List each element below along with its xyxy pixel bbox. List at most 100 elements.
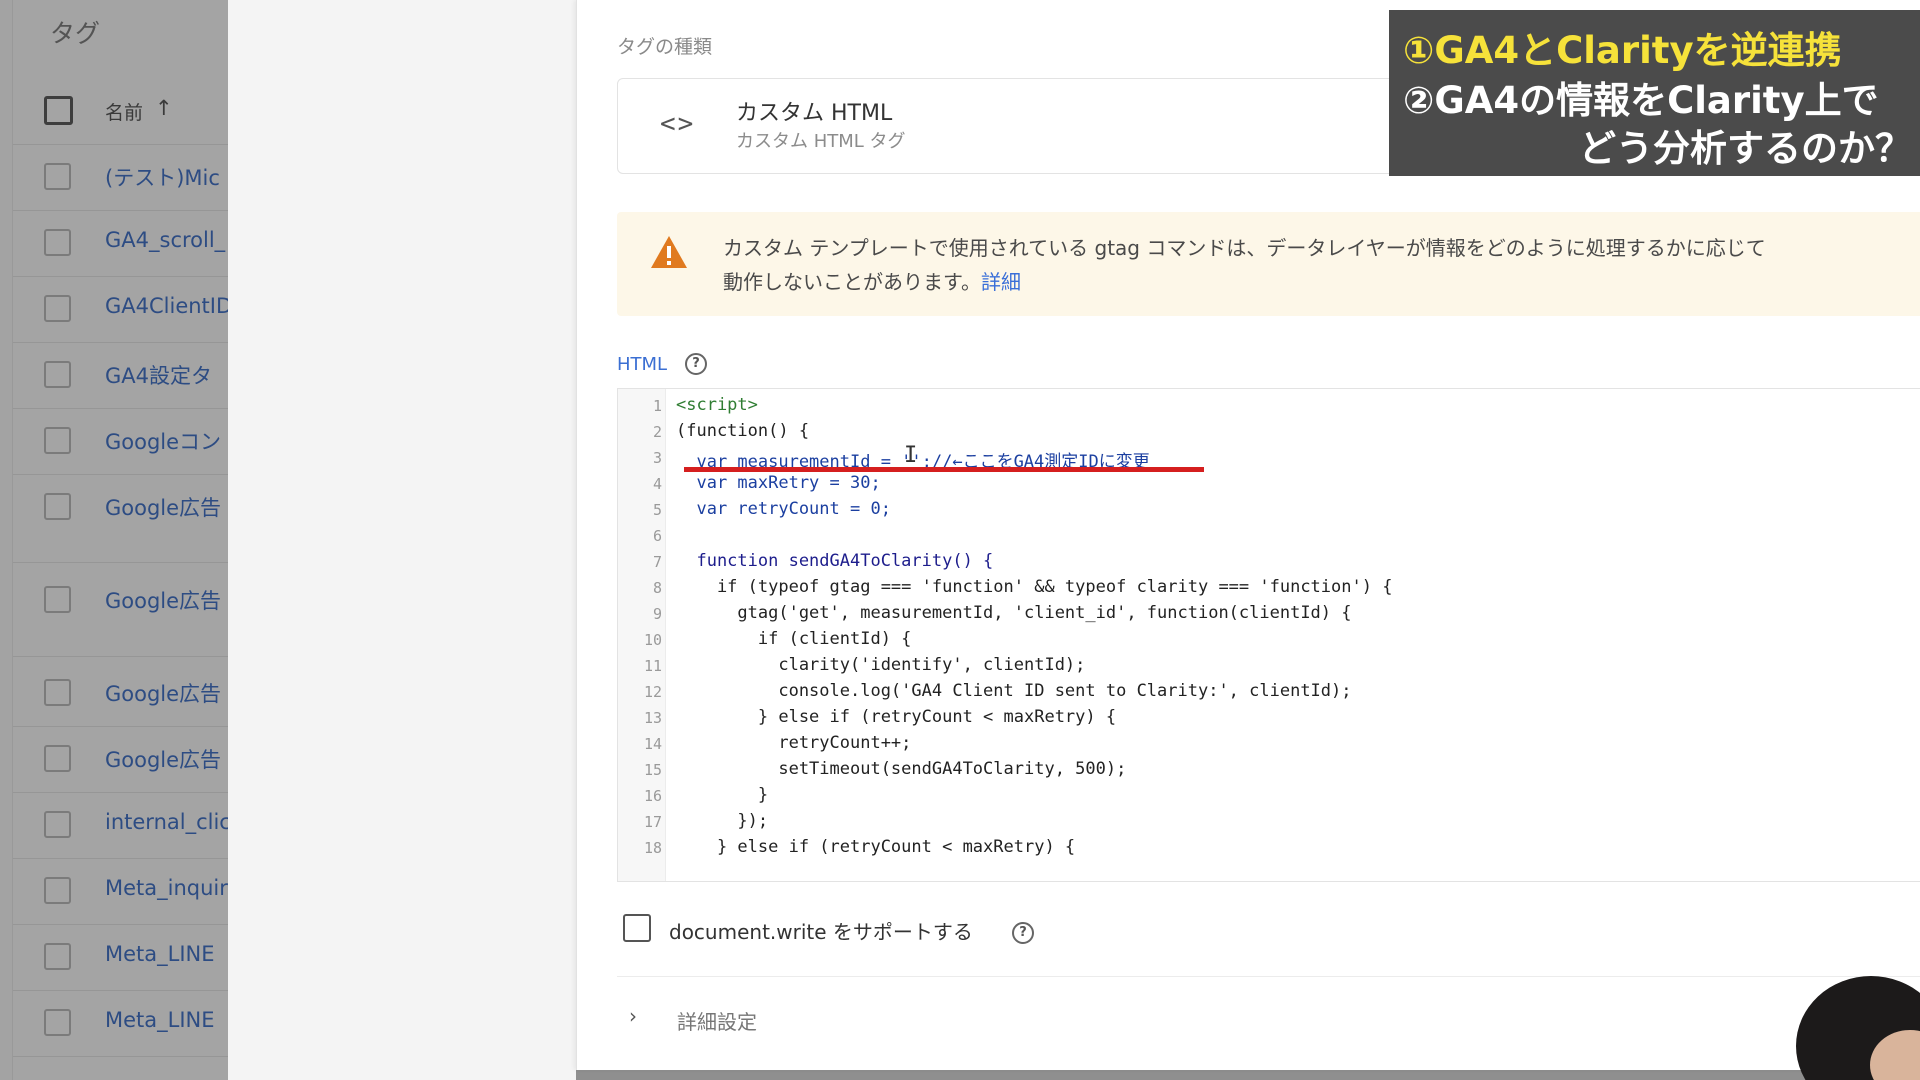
advanced-settings-toggle[interactable]: 詳細設定 [677, 1006, 757, 1035]
code-line: }); [676, 811, 769, 831]
document-write-label[interactable]: document.write をサポートする [669, 916, 973, 945]
line-number: 15 [643, 761, 662, 779]
caption-line-1: ①GA4とClarityを逆連携 [1403, 29, 1842, 72]
row-divider [13, 342, 228, 343]
warning-text-line2-body: 動作しないことがあります。 [723, 270, 981, 294]
tag-row-name[interactable]: Googleコン [105, 426, 229, 456]
overlay-gap [228, 0, 576, 1080]
row-checkbox[interactable] [44, 1009, 71, 1036]
column-header-name[interactable]: 名前 [105, 98, 143, 125]
tag-row-name[interactable]: Google広告 [105, 585, 229, 615]
arrow-up-icon[interactable]: ↑ [155, 96, 173, 120]
row-divider [13, 858, 228, 859]
chevron-right-icon[interactable]: › [629, 1004, 637, 1028]
row-divider [13, 1056, 228, 1057]
row-checkbox[interactable] [44, 745, 71, 772]
tag-row-name[interactable]: Google広告 [105, 678, 229, 708]
tag-type-subtitle: カスタム HTML タグ [736, 131, 906, 152]
tag-list-title: タグ [50, 19, 101, 48]
row-divider [13, 792, 228, 793]
tag-type-name: カスタム HTML [736, 101, 893, 126]
tag-row-name[interactable]: GA4ClientID [105, 294, 229, 318]
tag-type-label: タグの種類 [617, 36, 713, 58]
row-divider [13, 144, 228, 145]
row-checkbox[interactable] [44, 229, 71, 256]
row-checkbox[interactable] [44, 943, 71, 970]
line-number: 5 [652, 501, 662, 519]
line-number: 11 [643, 657, 662, 675]
code-line: retryCount++; [676, 733, 912, 753]
caption-line-3: どう分析するのか？ [1579, 127, 1912, 170]
code-line: var retryCount = 0; [676, 499, 891, 519]
row-checkbox[interactable] [44, 586, 71, 613]
row-checkbox[interactable] [44, 877, 71, 904]
code-line: (function() { [676, 421, 810, 441]
row-divider [13, 990, 228, 991]
code-line: } else if (retryCount < maxRetry) { [676, 707, 1117, 727]
row-divider [13, 474, 228, 475]
line-number: 4 [652, 475, 662, 493]
line-number: 2 [652, 423, 662, 441]
code-line: setTimeout(sendGA4ToClarity, 500); [676, 759, 1127, 779]
code-line: function sendGA4ToClarity() { [676, 551, 994, 571]
caption-line-2: ②GA4の情報をClarity上で [1403, 79, 1879, 122]
row-checkbox[interactable] [44, 295, 71, 322]
tag-row-name[interactable]: Google広告 [105, 492, 229, 522]
row-divider [13, 408, 228, 409]
code-line: if (typeof gtag === 'function' && typeof… [676, 577, 1393, 597]
row-divider [13, 924, 228, 925]
text-cursor-icon: I [904, 443, 918, 468]
tag-row-name[interactable]: GA4_scroll_ [105, 228, 229, 252]
warning-text-line1: カスタム テンプレートで使用されている gtag コマンドは、データレイヤーが情… [723, 236, 1766, 260]
line-number: 3 [652, 449, 662, 467]
html-code-editor[interactable]: 1 2 3 4 5 6 7 8 9 10 11 12 13 14 15 16 1… [617, 388, 1920, 882]
line-number: 8 [652, 579, 662, 597]
line-number: 1 [652, 397, 662, 415]
line-number: 18 [643, 839, 662, 857]
line-number: 9 [652, 605, 662, 623]
tag-row-name[interactable]: Meta_LINE [105, 942, 229, 966]
row-checkbox[interactable] [44, 361, 71, 388]
line-number: 17 [643, 813, 662, 831]
select-all-checkbox[interactable] [44, 96, 73, 125]
row-checkbox[interactable] [44, 493, 71, 520]
warning-triangle-icon [651, 236, 687, 268]
html-field-label: HTML [617, 354, 668, 375]
section-divider [617, 976, 1920, 977]
line-number: 10 [643, 631, 662, 649]
row-checkbox[interactable] [44, 679, 71, 706]
question-circle-icon[interactable]: ? [1012, 922, 1034, 944]
gtag-warning-banner: カスタム テンプレートで使用されている gtag コマンドは、データレイヤーが情… [617, 212, 1920, 316]
tag-row-name[interactable]: Meta_LINE [105, 1008, 229, 1032]
code-line: } [676, 785, 769, 805]
line-number: 16 [643, 787, 662, 805]
highlight-underline [684, 467, 1204, 472]
code-line: console.log('GA4 Client ID sent to Clari… [676, 681, 1352, 701]
tag-row-name[interactable]: internal_clic [105, 810, 229, 834]
warning-text-line2: 動作しないことがあります。詳細 [723, 266, 1021, 295]
line-number: 12 [643, 683, 662, 701]
line-number: 13 [643, 709, 662, 727]
code-line: } else if (retryCount < maxRetry) { [676, 837, 1076, 857]
question-circle-icon[interactable]: ? [685, 353, 707, 375]
row-checkbox[interactable] [44, 811, 71, 838]
code-brackets-icon: <> [660, 109, 696, 139]
row-checkbox[interactable] [44, 163, 71, 190]
tag-row-name[interactable]: Meta_inquir [105, 876, 229, 900]
tag-row-name[interactable]: GA4設定タ [105, 360, 229, 390]
document-write-checkbox[interactable] [623, 914, 651, 942]
row-divider [13, 276, 228, 277]
tag-row-name[interactable]: (テスト)Mic [105, 162, 229, 192]
tag-list-panel: タグ 名前 ↑ (テスト)Mic GA4_scroll_ GA4ClientID… [0, 0, 229, 1080]
line-number: 14 [643, 735, 662, 753]
row-divider [13, 656, 228, 657]
line-number: 6 [652, 527, 662, 545]
code-line: if (clientId) { [676, 629, 912, 649]
code-line: gtag('get', measurementId, 'client_id', … [676, 603, 1352, 623]
row-checkbox[interactable] [44, 427, 71, 454]
code-line: var maxRetry = 30; [676, 473, 881, 493]
tag-row-name[interactable]: Google広告 [105, 744, 229, 774]
line-number-gutter: 1 2 3 4 5 6 7 8 9 10 11 12 13 14 15 16 1… [618, 389, 666, 881]
row-divider [13, 210, 228, 211]
learn-more-link[interactable]: 詳細 [981, 270, 1021, 294]
